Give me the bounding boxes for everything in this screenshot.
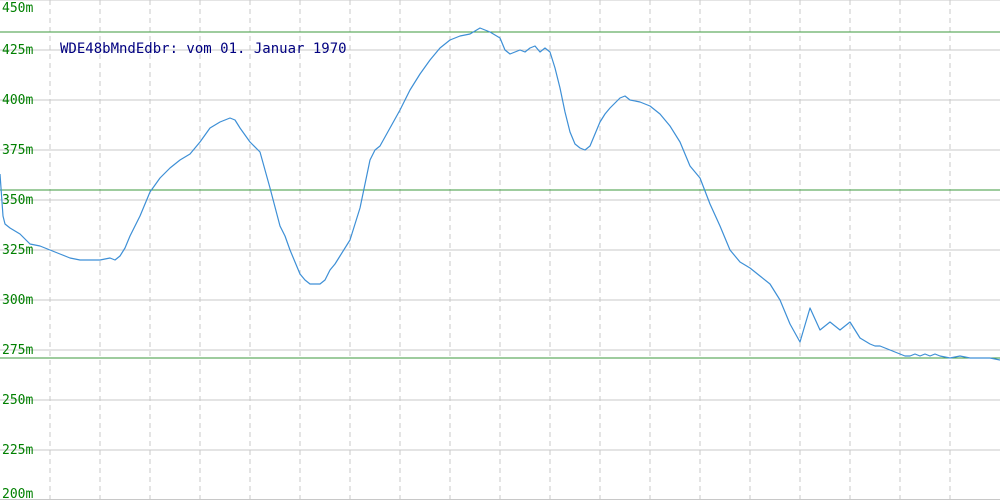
y-tick-label: 275m <box>2 343 33 358</box>
elevation-chart: 450m 425m 400m 375m 350m 325m 300m 275m 250m 225m… <box>0 0 1000 500</box>
y-tick-label: 200m <box>2 487 33 500</box>
y-tick-label: 350m <box>2 193 33 208</box>
chart-title: WDE48bMndEdbr: vom 01. Januar 1970 <box>60 41 347 57</box>
y-tick-label: 375m <box>2 143 33 158</box>
y-tick-label: 400m <box>2 93 33 108</box>
grid <box>0 0 1000 500</box>
y-tick-label: 300m <box>2 293 33 308</box>
y-tick-label: 225m <box>2 443 33 458</box>
y-tick-label: 250m <box>2 393 33 408</box>
y-tick-label: 325m <box>2 243 33 258</box>
y-tick-label: 425m <box>2 43 33 58</box>
y-tick-label: 450m <box>2 1 33 16</box>
